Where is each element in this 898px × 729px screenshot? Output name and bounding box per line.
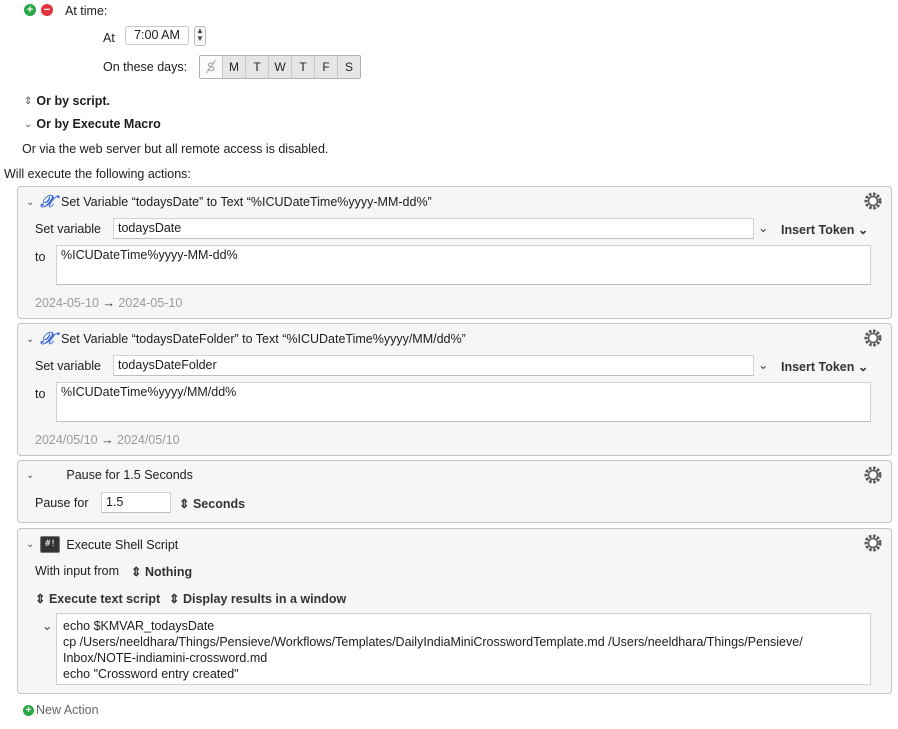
preview-result: 2024-05-10 → 2024-05-10 xyxy=(35,296,183,310)
text-value-field[interactable]: %ICUDateTime%yyyy/MM/dd% xyxy=(56,382,871,422)
at-label: At xyxy=(103,31,115,45)
action-title-row[interactable]: ⌄ 𝒳 Set Variable “todaysDateFolder” to T… xyxy=(26,329,466,349)
day-disabled-slash-icon xyxy=(206,59,216,74)
action-pause[interactable]: ⌄ Pause for 1.5 Seconds Pause for 1.5 ⇕ … xyxy=(17,460,892,523)
day-sunday[interactable]: S xyxy=(200,56,223,78)
action-set-variable-todaysdate[interactable]: ⌄ 𝒳 Set Variable “todaysDate” to Text “%… xyxy=(17,186,892,319)
chevron-down-icon[interactable]: ⌄ xyxy=(26,197,34,208)
variable-dropdown-chevron-icon[interactable]: ⌄ xyxy=(758,357,768,372)
web-server-note: Or via the web server but all remote acc… xyxy=(22,142,329,156)
add-trigger-button[interactable]: + xyxy=(24,4,36,16)
variable-x-icon: 𝒳 xyxy=(40,329,56,349)
insert-token-button[interactable]: Insert Token ⌄ xyxy=(781,222,868,237)
time-stepper[interactable]: ▲ ▼ xyxy=(194,26,206,46)
script-line: echo $KMVAR_todaysDate xyxy=(63,619,215,633)
or-by-script-row[interactable]: ⇕ Or by script. xyxy=(24,94,110,108)
action-title: Set Variable “todaysDate” to Text “%ICUD… xyxy=(61,195,432,209)
script-line: Inbox/NOTE-indiamini-crossword.md xyxy=(63,651,268,665)
chevron-down-icon: ⌄ xyxy=(24,118,33,130)
at-time-label: At time: xyxy=(65,4,108,18)
gear-icon[interactable] xyxy=(863,465,883,485)
or-by-execute-macro-label: Or by Execute Macro xyxy=(36,117,161,131)
action-title: Pause for 1.5 Seconds xyxy=(66,468,193,482)
chevron-down-icon[interactable]: ⌄ xyxy=(26,539,34,550)
updown-chevron-icon: ⇕ xyxy=(179,497,190,511)
chevron-down-icon[interactable]: ⌄ xyxy=(26,470,34,481)
days-selector: S M T W T F S xyxy=(199,55,361,79)
pause-duration-field[interactable]: 1.5 xyxy=(101,492,171,513)
gear-icon[interactable] xyxy=(863,191,883,211)
action-execute-shell-script[interactable]: ⌄ #! Execute Shell Script With input fro… xyxy=(17,528,892,694)
day-thursday[interactable]: T xyxy=(292,56,315,78)
variable-name-field[interactable]: todaysDate xyxy=(113,218,754,239)
day-saturday[interactable]: S xyxy=(338,56,360,78)
plus-icon: + xyxy=(23,704,34,716)
input-source-popup[interactable]: ⇕ Nothing xyxy=(131,564,192,579)
day-monday[interactable]: M xyxy=(223,56,246,78)
seconds-unit-popup[interactable]: ⇕ Seconds xyxy=(179,496,245,511)
day-wednesday[interactable]: W xyxy=(269,56,292,78)
execute-mode-popup[interactable]: ⇕ Execute text script xyxy=(35,591,160,606)
action-title-row[interactable]: ⌄ #! Execute Shell Script xyxy=(26,536,178,553)
day-tuesday[interactable]: T xyxy=(246,56,269,78)
updown-chevron-icon: ⇕ xyxy=(35,592,46,606)
variable-dropdown-chevron-icon[interactable]: ⌄ xyxy=(758,220,768,235)
script-collapse-chevron-icon[interactable]: ⌄ xyxy=(42,618,52,633)
will-execute-label: Will execute the following actions: xyxy=(4,167,191,181)
insert-token-button[interactable]: Insert Token ⌄ xyxy=(781,359,868,374)
output-mode-popup[interactable]: ⇕ Display results in a window xyxy=(169,591,346,606)
gear-icon[interactable] xyxy=(863,328,883,348)
new-action-label: New Action xyxy=(36,703,99,717)
script-line: echo "Crossword entry created" xyxy=(63,667,239,681)
variable-name-field[interactable]: todaysDateFolder xyxy=(113,355,754,376)
action-title: Execute Shell Script xyxy=(66,537,179,552)
input-from-label: With input from xyxy=(35,564,120,578)
to-label: to xyxy=(35,250,46,264)
new-action-button[interactable]: + New Action xyxy=(23,703,99,717)
script-text-area[interactable]: echo $KMVAR_todaysDate cp /Users/neeldha… xyxy=(56,613,871,685)
text-value-field[interactable]: %ICUDateTime%yyyy-MM-dd% xyxy=(56,245,871,285)
day-friday[interactable]: F xyxy=(315,56,338,78)
gear-icon[interactable] xyxy=(863,533,883,553)
to-label: to xyxy=(35,387,46,401)
updown-chevron-icon: ⇕ xyxy=(24,95,33,107)
set-variable-label: Set variable xyxy=(35,222,102,236)
set-variable-label: Set variable xyxy=(35,359,102,373)
shell-script-icon: #! xyxy=(40,536,61,553)
action-set-variable-todaysdatefolder[interactable]: ⌄ 𝒳 Set Variable “todaysDateFolder” to T… xyxy=(17,323,892,456)
or-by-execute-macro-row[interactable]: ⌄ Or by Execute Macro xyxy=(24,117,161,131)
action-title-row[interactable]: ⌄ Pause for 1.5 Seconds xyxy=(26,468,193,482)
or-by-script-label: Or by script. xyxy=(36,94,111,108)
time-field[interactable]: 7:00 AM xyxy=(125,26,189,45)
updown-chevron-icon: ⇕ xyxy=(131,565,142,579)
variable-x-icon: 𝒳 xyxy=(40,192,56,212)
days-label: On these days: xyxy=(103,60,188,74)
action-title-row[interactable]: ⌄ 𝒳 Set Variable “todaysDate” to Text “%… xyxy=(26,192,432,212)
script-line: cp /Users/neeldhara/Things/Pensieve/Work… xyxy=(63,635,803,649)
pause-for-label: Pause for xyxy=(35,496,89,510)
remove-trigger-button[interactable]: − xyxy=(41,4,53,16)
chevron-down-icon[interactable]: ⌄ xyxy=(26,334,34,345)
action-title: Set Variable “todaysDateFolder” to Text … xyxy=(61,332,466,346)
preview-result: 2024/05/10 → 2024/05/10 xyxy=(35,433,180,447)
updown-chevron-icon: ⇕ xyxy=(169,592,180,606)
